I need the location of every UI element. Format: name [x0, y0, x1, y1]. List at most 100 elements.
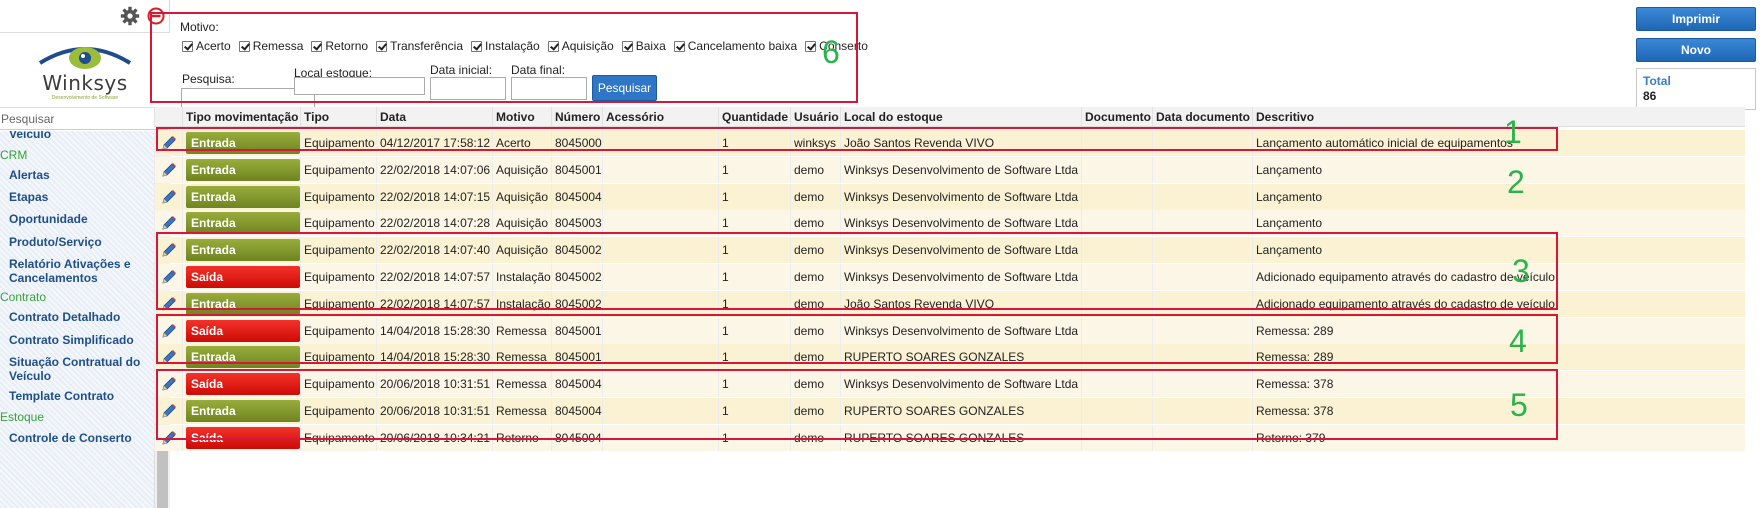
- checkbox-box[interactable]: [311, 40, 323, 52]
- checkbox-box[interactable]: [547, 40, 559, 52]
- pencil-icon[interactable]: [154, 210, 182, 237]
- cell-acessorio: [602, 237, 718, 264]
- pencil-icon[interactable]: [154, 237, 182, 264]
- pencil-icon[interactable]: [154, 290, 182, 317]
- cell-tipo: Equipamento: [300, 183, 376, 210]
- sidebar-item-situacao-contratual[interactable]: Situação Contratual do Veículo: [9, 355, 149, 383]
- pencil-icon[interactable]: [154, 264, 182, 290]
- header-data-documento[interactable]: Data documento: [1152, 107, 1252, 126]
- header-acessorio[interactable]: Acessório: [602, 107, 718, 126]
- checkbox-instalacao[interactable]: Instalação: [471, 39, 540, 53]
- table-row[interactable]: Saída Equipamento 20/06/2018 10:31:51 Remes…: [154, 371, 1745, 398]
- cell-tipo-movimentacao: Entrada: [182, 130, 300, 156]
- local-estoque-input[interactable]: [294, 77, 425, 95]
- header-tipo-movimentacao[interactable]: Tipo movimentação: [182, 107, 300, 126]
- sidebar-search-input[interactable]: [0, 109, 168, 130]
- checkbox-box[interactable]: [621, 40, 633, 52]
- table-row[interactable]: Entrada Equipamento 22/02/2018 14:07:28 Aqu…: [154, 210, 1745, 237]
- sidebar-item-template-contrato[interactable]: Template Contrato: [9, 389, 149, 403]
- checkbox-acerto[interactable]: Acerto: [182, 39, 231, 53]
- pencil-icon[interactable]: [154, 156, 182, 183]
- header-tipo[interactable]: Tipo: [300, 107, 376, 126]
- table-row[interactable]: Entrada Equipamento 20/06/2018 10:31:51 Rem…: [154, 398, 1745, 424]
- header-numero[interactable]: Número: [551, 107, 602, 126]
- checkbox-baixa[interactable]: Baixa: [621, 39, 666, 53]
- gear-icon[interactable]: [120, 6, 140, 26]
- sidebar-item-contrato-detalhado[interactable]: Contrato Detalhado: [9, 310, 149, 324]
- cell-local-estoque: Winksys Desenvolvimento de Software Ltda: [840, 371, 1081, 398]
- pencil-icon[interactable]: [154, 317, 182, 344]
- checkbox-box[interactable]: [471, 40, 482, 52]
- cell-usuario: demo: [790, 398, 840, 424]
- checkbox-box[interactable]: [376, 40, 388, 52]
- sidebar-item-produto-servico[interactable]: Produto/Serviço: [9, 235, 149, 249]
- sidebar-section-contrato[interactable]: Contrato: [0, 290, 46, 304]
- novo-button[interactable]: Novo: [1636, 38, 1756, 62]
- sidebar-item-veiculo[interactable]: Veículo: [9, 131, 149, 141]
- badge-entrada: Entrada: [186, 158, 300, 181]
- cell-data-documento: [1152, 344, 1252, 371]
- checkbox-transferencia[interactable]: Transferência: [376, 39, 463, 53]
- cell-data-documento: [1152, 210, 1252, 237]
- pencil-icon[interactable]: [154, 183, 182, 210]
- sidebar-item-alertas[interactable]: Alertas: [9, 168, 149, 182]
- sidebar-item-controle-conserto[interactable]: Controle de Conserto: [9, 431, 149, 445]
- sidebar-item-contrato-simplificado[interactable]: Contrato Simplificado: [9, 333, 149, 347]
- cell-documento: [1081, 317, 1152, 344]
- table-row[interactable]: Entrada Equipamento 22/02/2018 14:07:40 Aqu…: [154, 237, 1745, 264]
- cell-quantidade: 1: [718, 130, 790, 156]
- pencil-icon[interactable]: [154, 130, 182, 156]
- header-quantidade[interactable]: Quantidade: [718, 107, 790, 126]
- checkbox-cancelamento-baixa[interactable]: Cancelamento baixa: [673, 39, 797, 53]
- sidebar-item-etapas[interactable]: Etapas: [9, 190, 149, 204]
- cell-acessorio: [602, 317, 718, 344]
- imprimir-button[interactable]: Imprimir: [1636, 7, 1756, 31]
- checkbox-box[interactable]: [673, 40, 685, 52]
- cell-usuario: demo: [790, 183, 840, 210]
- header-usuario[interactable]: Usuário: [790, 107, 840, 126]
- cell-tipo: Equipamento: [300, 237, 376, 264]
- table-row[interactable]: Saída Equipamento 20/06/2018 10:34:21 Retor…: [154, 424, 1745, 451]
- pencil-icon[interactable]: [154, 344, 182, 371]
- checkbox-aquisicao[interactable]: Aquisição: [547, 39, 614, 53]
- pencil-icon[interactable]: [154, 398, 182, 424]
- badge-entrada: Entrada: [186, 132, 300, 154]
- minus-circle-icon[interactable]: [146, 6, 166, 26]
- cell-local-estoque: Winksys Desenvolvimento de Software Ltda: [840, 237, 1081, 264]
- sidebar-item-oportunidade[interactable]: Oportunidade: [9, 212, 149, 226]
- checkbox-box[interactable]: [238, 40, 250, 52]
- table-row[interactable]: Saída Equipamento 22/02/2018 14:07:57 Insta…: [154, 264, 1745, 290]
- data-inicial-input[interactable]: [430, 77, 506, 100]
- checkbox-box[interactable]: [805, 40, 817, 52]
- pencil-icon[interactable]: [154, 371, 182, 398]
- annotation-number-1: 1: [1504, 114, 1522, 150]
- header-local-estoque[interactable]: Local do estoque: [840, 107, 1081, 126]
- cell-usuario: demo: [790, 237, 840, 264]
- annotation-number-3: 3: [1512, 253, 1530, 289]
- pencil-icon[interactable]: [154, 424, 182, 451]
- total-box: Total 86: [1636, 68, 1756, 110]
- checkbox-box[interactable]: [182, 40, 193, 52]
- cell-data: 22/02/2018 14:07:57: [376, 290, 492, 317]
- table-row[interactable]: Saída Equipamento 14/04/2018 15:28:30 Remes…: [154, 317, 1745, 344]
- table-row[interactable]: Entrada Equipamento 22/02/2018 14:07:57 Ins…: [154, 290, 1745, 317]
- checkbox-remessa[interactable]: Remessa: [238, 39, 303, 53]
- scrollbar-thumb[interactable]: [157, 451, 168, 508]
- sidebar-section-crm[interactable]: CRM: [0, 148, 27, 162]
- header-documento[interactable]: Documento: [1081, 107, 1152, 126]
- sidebar-section-estoque[interactable]: Estoque: [0, 410, 44, 424]
- cell-documento: [1081, 398, 1152, 424]
- cell-motivo: Aquisição: [492, 156, 551, 183]
- pesquisar-button[interactable]: Pesquisar: [592, 75, 657, 101]
- checkbox-retorno[interactable]: Retorno: [311, 39, 368, 53]
- table-row[interactable]: Entrada Equipamento 14/04/2018 15:28:30 Rem…: [154, 344, 1745, 371]
- cell-numero: 8045001: [551, 344, 602, 371]
- header-data[interactable]: Data: [376, 107, 492, 126]
- sidebar-item-relatorio-ativacoes[interactable]: Relatório Ativações e Cancelamentos: [9, 257, 149, 285]
- header-motivo[interactable]: Motivo: [492, 107, 551, 126]
- cell-tipo-movimentacao: Entrada: [182, 210, 300, 237]
- cell-quantidade: 1: [718, 371, 790, 398]
- data-final-input[interactable]: [511, 77, 587, 100]
- cell-documento: [1081, 237, 1152, 264]
- logo-subtitle: Desenvolvimento de Software: [51, 95, 119, 101]
